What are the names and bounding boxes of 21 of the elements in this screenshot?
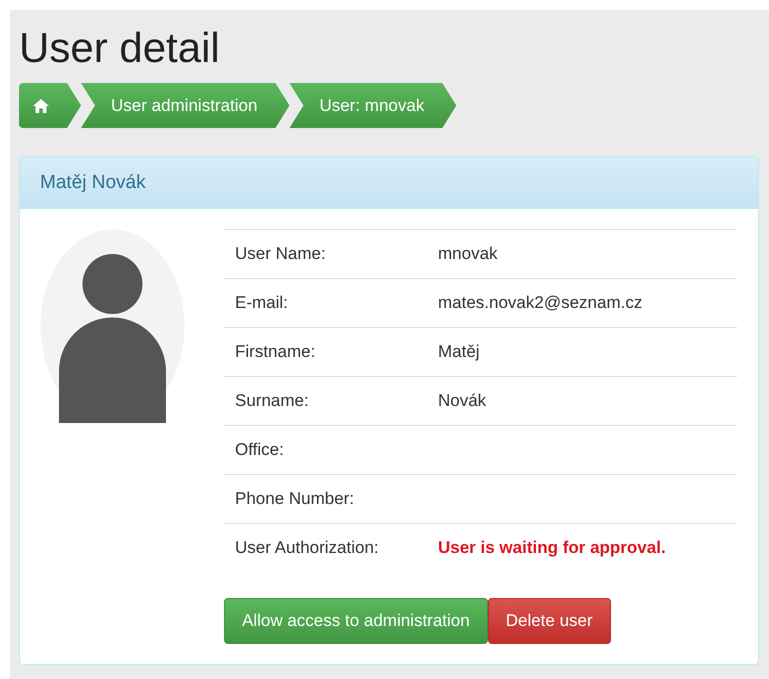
field-value: Novák bbox=[438, 391, 486, 411]
field-label: Phone Number: bbox=[235, 489, 356, 509]
breadcrumb-link[interactable]: User administration bbox=[81, 83, 290, 128]
page-title: User detail bbox=[19, 23, 221, 72]
field-label: User Authorization: bbox=[235, 538, 380, 558]
home-icon bbox=[33, 98, 49, 112]
field-value: Matěj bbox=[438, 342, 480, 362]
avatar-icon bbox=[40, 229, 185, 423]
card-title: Matěj Novák bbox=[40, 172, 146, 194]
delete-button[interactable]: Delete user bbox=[488, 598, 611, 644]
status-text: User is waiting for approval. bbox=[438, 538, 666, 558]
breadcrumb-link[interactable]: User: mnovak bbox=[289, 83, 456, 128]
field-label: Firstname: bbox=[235, 342, 316, 362]
field-label: Surname: bbox=[235, 391, 310, 411]
allow-button[interactable]: Allow access to administration bbox=[224, 598, 488, 644]
field-label: Office: bbox=[235, 440, 285, 460]
field-label: User Name: bbox=[235, 244, 327, 264]
home-crumb[interactable] bbox=[19, 83, 81, 128]
field-value: mnovak bbox=[438, 244, 498, 264]
field-value: mates.novak2@seznam.cz bbox=[438, 293, 642, 313]
field-label: E-mail: bbox=[235, 293, 289, 313]
